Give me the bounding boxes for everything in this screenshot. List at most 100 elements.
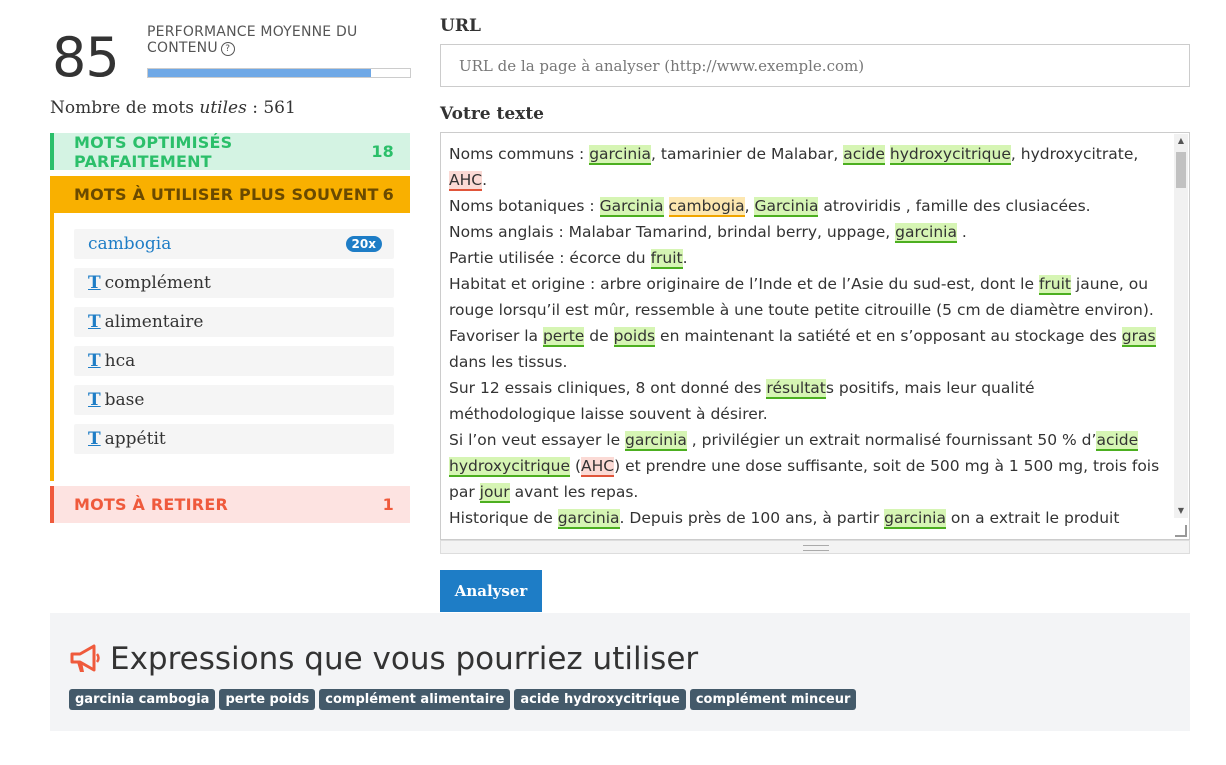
keyword-remove: AHC	[581, 457, 615, 477]
word-label: hca	[104, 351, 136, 371]
word-label: base	[104, 390, 145, 410]
category-use-more-label: MOTS À UTILISER PLUS SOUVENT	[74, 185, 379, 204]
expression-tag[interactable]: perte poids	[219, 689, 316, 710]
keyword-optimized: poids	[613, 327, 656, 347]
text-run	[664, 197, 669, 215]
word-label: cambogia	[88, 234, 172, 254]
url-label: URL	[440, 16, 481, 36]
text-paragraph: Noms communs : garcinia, tamarinier de M…	[449, 141, 1164, 193]
text-run: dans les tissus.	[449, 353, 568, 371]
keyword-optimized: garcinia	[895, 223, 957, 243]
text-run: Partie utilisée : écorce du	[449, 249, 651, 267]
expression-tag[interactable]: garcinia cambogia	[69, 689, 216, 710]
keyword-optimized: hydroxycitrique	[889, 145, 1011, 165]
text-run: avant les repas.	[509, 483, 639, 501]
text-label: Votre texte	[440, 104, 544, 124]
scroll-thumb[interactable]	[1176, 152, 1186, 188]
text-editor[interactable]: Noms communs : garcinia, tamarinier de M…	[440, 132, 1190, 540]
text-editor-content[interactable]: Noms communs : garcinia, tamarinier de M…	[449, 141, 1164, 531]
performance-label: PERFORMANCE MOYENNE DU CONTENU?	[147, 24, 407, 56]
expression-tag[interactable]: acide hydroxycitrique	[514, 689, 686, 710]
category-use-more[interactable]: MOTS À UTILISER PLUS SOUVENT 6	[50, 176, 410, 213]
text-type-icon: T	[88, 351, 101, 371]
megaphone-icon	[70, 644, 100, 672]
text-paragraph: Si l’on veut essayer le garcinia , privi…	[449, 427, 1164, 505]
url-input[interactable]: URL de la page à analyser (http://www.ex…	[440, 44, 1190, 87]
word-item[interactable]: T complément	[74, 268, 394, 298]
useful-word-count: Nombre de mots utiles : 561	[50, 98, 296, 118]
help-icon[interactable]: ?	[220, 42, 235, 56]
text-paragraph: Favoriser la perte de poids en maintenan…	[449, 323, 1164, 375]
performance-progress-fill	[148, 69, 371, 77]
text-run: Historique de	[449, 509, 558, 527]
word-label: alimentaire	[104, 312, 204, 332]
editor-resize-bar[interactable]	[440, 540, 1190, 554]
performance-score: 85	[52, 26, 120, 89]
keyword-optimized: fruit	[650, 249, 683, 269]
scroll-down-arrow-icon[interactable]: ▼	[1174, 504, 1188, 518]
word-count-value: : 561	[246, 98, 296, 118]
text-paragraph: Sur 12 essais cliniques, 8 ont donné des…	[449, 375, 1164, 427]
grip-icon[interactable]	[803, 545, 829, 551]
word-item[interactable]: T alimentaire	[74, 307, 394, 337]
text-run: en maintenant la satiété et en s’opposan…	[655, 327, 1122, 345]
text-type-icon: T	[88, 390, 101, 410]
text-run: Noms communs :	[449, 145, 590, 163]
word-item[interactable]: T hca	[74, 346, 394, 376]
keyword-optimized: résultat	[766, 379, 826, 399]
text-paragraph: Partie utilisée : écorce du fruit.	[449, 245, 1164, 271]
keyword-optimized: Garcinia	[599, 197, 664, 217]
text-run: Favoriser la	[449, 327, 543, 345]
keyword-optimized: hydroxycitrique	[449, 457, 571, 477]
vertical-scrollbar[interactable]: ▲ ▼	[1174, 134, 1188, 518]
text-run: ,	[744, 197, 755, 215]
text-run: , tamarinier de Malabar,	[651, 145, 844, 163]
expressions-title: Expressions que vous pourriez utiliser	[110, 641, 699, 677]
text-run: atroviridis , famille des clusiacées.	[818, 197, 1091, 215]
word-count-emphasis: utiles	[199, 98, 247, 118]
keyword-optimized: garcinia	[589, 145, 652, 165]
text-paragraph: Historique de garcinia. Depuis près de 1…	[449, 505, 1164, 531]
keyword-optimized: garcinia	[625, 431, 687, 451]
word-count-prefix: Nombre de mots	[50, 98, 200, 118]
expressions-heading: Expressions que vous pourriez utiliser	[68, 641, 698, 677]
category-optimized-count: 18	[371, 142, 394, 161]
text-run: on a extrait le produit	[945, 509, 1120, 527]
analyze-button[interactable]: Analyser	[440, 570, 542, 612]
keyword-optimized: Garcinia	[754, 197, 819, 217]
performance-label-text: PERFORMANCE MOYENNE DU CONTENU	[147, 24, 358, 56]
category-optimized-label: MOTS OPTIMISÉS PARFAITEMENT	[74, 132, 233, 171]
keyword-optimized: acide	[843, 145, 885, 165]
category-use-more-count: 6	[382, 185, 394, 204]
scroll-up-arrow-icon[interactable]: ▲	[1174, 134, 1188, 148]
text-run: , hydroxycitrate,	[1010, 145, 1139, 163]
keyword-optimized: garcinia	[557, 509, 620, 529]
text-run: Si l’on veut essayer le	[449, 431, 626, 449]
text-run: (	[570, 457, 581, 475]
text-run: .	[682, 249, 688, 267]
keyword-optimized: jour	[479, 483, 510, 503]
text-type-icon: T	[88, 312, 101, 332]
text-run: de	[584, 327, 614, 345]
word-item-cambogia[interactable]: cambogia 20x	[74, 229, 394, 259]
word-item[interactable]: T base	[74, 385, 394, 415]
keyword-optimized: garcinia	[884, 509, 946, 529]
text-run: Sur 12 essais cliniques, 8 ont donné des	[449, 379, 767, 397]
text-run: Noms botaniques :	[449, 197, 600, 215]
text-run: .	[956, 223, 967, 241]
category-remove[interactable]: MOTS À RETIRER 1	[50, 486, 410, 523]
category-optimized[interactable]: MOTS OPTIMISÉS PARFAITEMENT 18	[50, 132, 410, 171]
text-run: Habitat et origine : arbre originaire de…	[449, 275, 1039, 293]
text-type-icon: T	[88, 429, 101, 449]
keyword-remove: AHC	[449, 171, 483, 191]
expression-tag[interactable]: complément minceur	[689, 689, 857, 710]
word-item[interactable]: T appétit	[74, 424, 394, 454]
resize-handle-icon[interactable]	[1175, 525, 1187, 537]
performance-progress-bar	[147, 68, 411, 78]
expression-tag[interactable]: complément alimentaire	[319, 689, 511, 710]
text-run: , privilégier un extrait normalisé fourn…	[686, 431, 1097, 449]
word-label: appétit	[104, 429, 166, 449]
text-paragraph: Noms botaniques : Garcinia cambogia, Gar…	[449, 193, 1164, 219]
text-run: Noms anglais : Malabar Tamarind, brindal…	[449, 223, 896, 241]
category-remove-count: 1	[382, 495, 394, 514]
